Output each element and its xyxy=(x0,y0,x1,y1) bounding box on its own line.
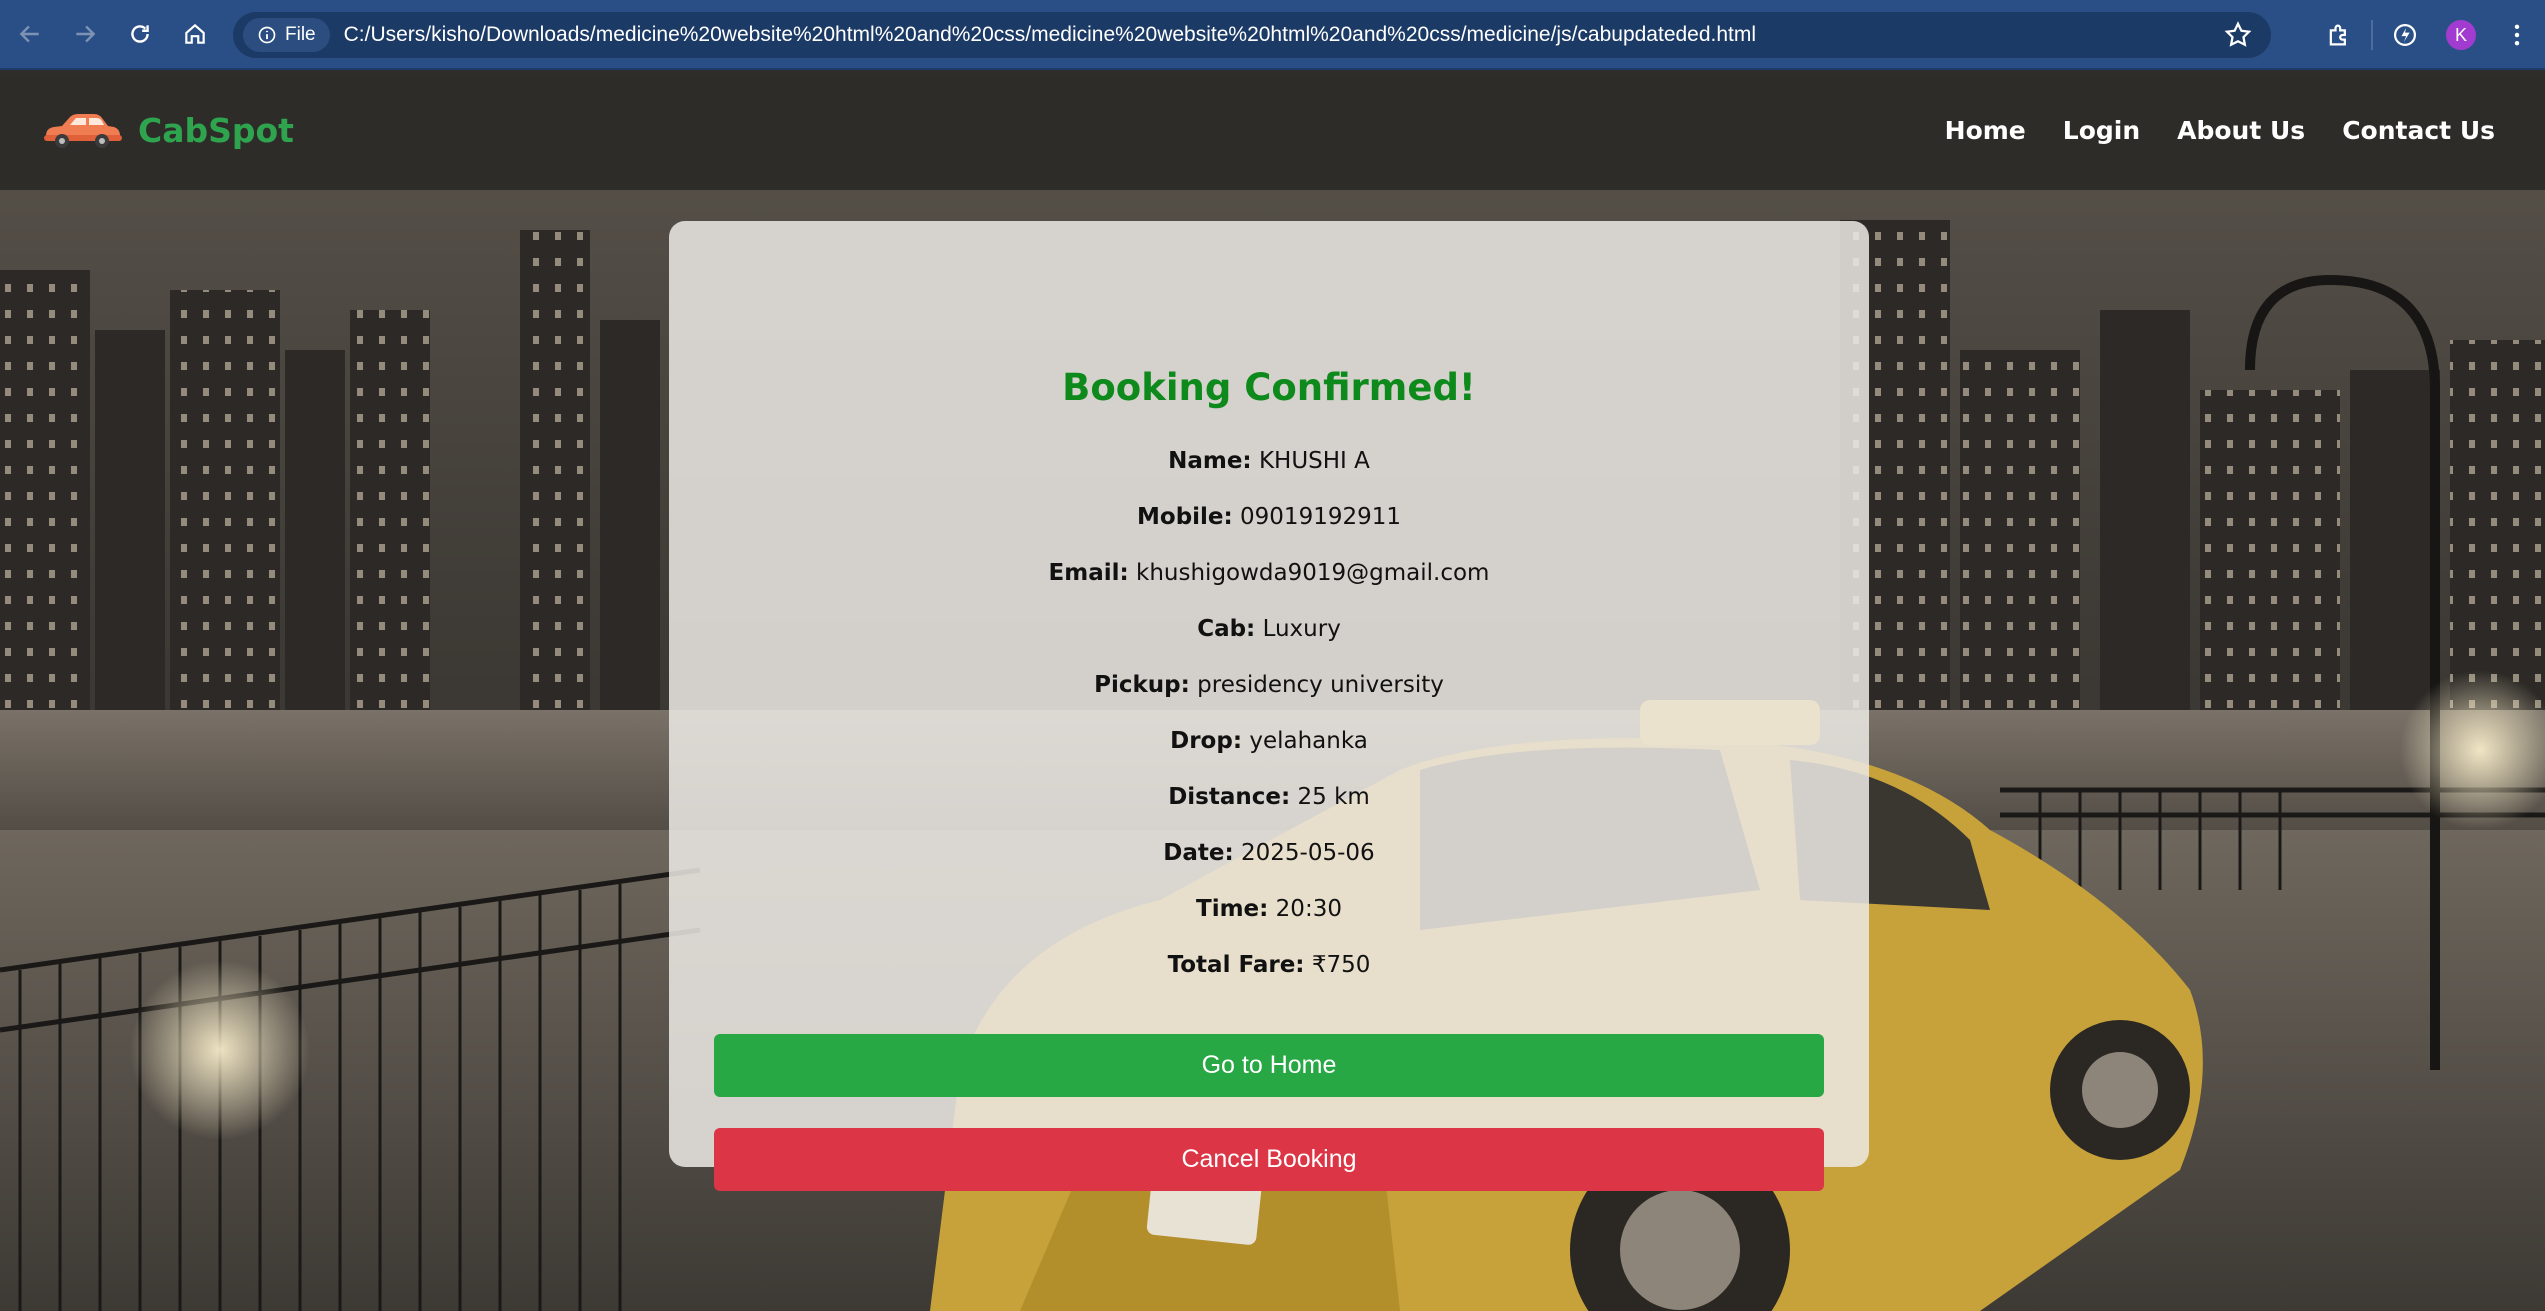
nav-home-link[interactable]: Home xyxy=(1945,116,2026,145)
forward-button[interactable] xyxy=(60,9,110,59)
booking-confirmation-card: Booking Confirmed! Name: KHUSHI A Mobile… xyxy=(669,221,1869,1191)
performance-icon xyxy=(2393,23,2417,47)
back-button[interactable] xyxy=(5,9,55,59)
detail-distance: Distance: 25 km xyxy=(669,784,1869,810)
car-logo-icon xyxy=(44,114,122,148)
detail-cab: Cab: Luxury xyxy=(669,616,1869,642)
main-nav: Home Login About Us Contact Us xyxy=(1945,70,2495,190)
nav-contact-link[interactable]: Contact Us xyxy=(2342,116,2495,145)
detail-value: ₹750 xyxy=(1311,952,1371,978)
detail-label: Name: xyxy=(1168,448,1252,474)
detail-drop: Drop: yelahanka xyxy=(669,728,1869,754)
toolbar-divider xyxy=(2371,20,2373,50)
site-header: CabSpot Home Login About Us Contact Us xyxy=(0,70,2545,190)
menu-icon xyxy=(2514,24,2520,46)
cancel-booking-button[interactable]: Cancel Booking xyxy=(714,1128,1824,1191)
browser-menu-button[interactable] xyxy=(2489,7,2545,63)
detail-total-fare: Total Fare: ₹750 xyxy=(669,952,1869,978)
detail-label: Email: xyxy=(1048,560,1129,586)
star-icon[interactable] xyxy=(2223,20,2253,50)
nav-login-link[interactable]: Login xyxy=(2063,116,2140,145)
detail-value: 25 km xyxy=(1297,784,1370,810)
site-chip-label: File xyxy=(285,24,316,45)
avatar: K xyxy=(2446,20,2476,50)
extensions-icon xyxy=(2329,24,2346,46)
detail-label: Mobile: xyxy=(1137,504,1233,530)
browser-toolbar: File C:/Users/kisho/Downloads/medicine%2… xyxy=(0,0,2545,70)
detail-label: Cab: xyxy=(1197,616,1256,642)
detail-value: Luxury xyxy=(1262,616,1341,642)
detail-name: Name: KHUSHI A xyxy=(669,448,1869,474)
address-bar[interactable]: File C:/Users/kisho/Downloads/medicine%2… xyxy=(233,12,2271,58)
profile-button[interactable]: K xyxy=(2433,7,2489,63)
detail-value: khushigowda9019@gmail.com xyxy=(1136,560,1490,586)
confirmation-title: Booking Confirmed! xyxy=(1062,366,1476,409)
extensions-button[interactable] xyxy=(2311,7,2367,63)
info-icon xyxy=(258,26,276,44)
brand-logo[interactable]: CabSpot xyxy=(40,108,294,152)
detail-label: Total Fare: xyxy=(1167,952,1305,978)
detail-value: yelahanka xyxy=(1249,728,1368,754)
home-icon xyxy=(185,23,205,44)
detail-value: KHUSHI A xyxy=(1258,448,1370,474)
site-info-chip[interactable]: File xyxy=(243,18,330,52)
detail-value: 2025-05-06 xyxy=(1241,840,1375,866)
detail-label: Time: xyxy=(1196,896,1269,922)
detail-label: Date: xyxy=(1163,840,1234,866)
detail-pickup: Pickup: presidency university xyxy=(669,672,1869,698)
toolbar-actions: K xyxy=(2311,0,2545,70)
brand-name: CabSpot xyxy=(138,110,294,150)
detail-mobile: Mobile: 09019192911 xyxy=(669,504,1869,530)
reload-button[interactable] xyxy=(115,9,165,59)
detail-label: Pickup: xyxy=(1094,672,1190,698)
detail-date: Date: 2025-05-06 xyxy=(669,840,1869,866)
go-to-home-button[interactable]: Go to Home xyxy=(714,1034,1824,1097)
back-icon xyxy=(19,25,39,43)
forward-icon xyxy=(76,25,96,43)
detail-email: Email: khushigowda9019@gmail.com xyxy=(669,560,1869,586)
detail-label: Distance: xyxy=(1168,784,1291,810)
reload-icon xyxy=(131,25,149,43)
home-button[interactable] xyxy=(170,9,220,59)
detail-value: 09019192911 xyxy=(1240,504,1401,530)
performance-button[interactable] xyxy=(2377,7,2433,63)
detail-value: presidency university xyxy=(1197,672,1444,698)
nav-about-link[interactable]: About Us xyxy=(2177,116,2305,145)
url-text[interactable]: C:/Users/kisho/Downloads/medicine%20webs… xyxy=(344,23,1756,47)
page-viewport: CabSpot Home Login About Us Contact Us B… xyxy=(0,70,2545,1311)
detail-time: Time: 20:30 xyxy=(669,896,1869,922)
detail-value: 20:30 xyxy=(1275,896,1342,922)
detail-label: Drop: xyxy=(1170,728,1243,754)
